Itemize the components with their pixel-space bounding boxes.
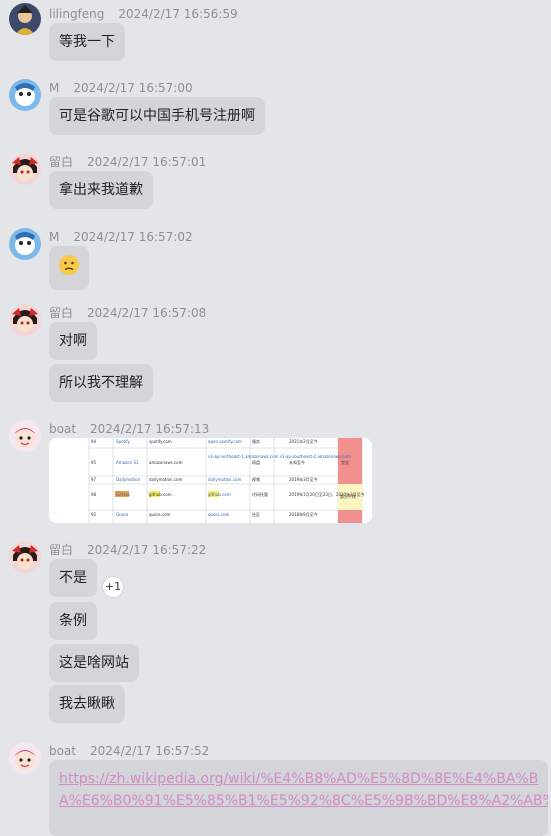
message-header: M 2024/2/17 16:57:02 bbox=[49, 226, 193, 246]
message-bubble[interactable]: 可是谷歌可以中国手机号注册啊 bbox=[49, 97, 265, 135]
avatar[interactable] bbox=[9, 742, 41, 774]
message-header: boat 2024/2/17 16:57:13 bbox=[49, 418, 209, 438]
message-bubble[interactable]: 所以我不理解 bbox=[49, 364, 153, 402]
message-header: boat 2024/2/17 16:57:52 bbox=[49, 740, 209, 760]
image-cell: 97 bbox=[91, 477, 97, 482]
image-cell: dailymotion.com bbox=[208, 477, 242, 482]
image-cell: github.com bbox=[149, 492, 172, 497]
sender-name[interactable]: 留白 bbox=[49, 155, 73, 169]
image-cell: amazonaws.com bbox=[149, 460, 183, 465]
image-cell: GitHub bbox=[116, 492, 130, 497]
image-cell: github.com bbox=[208, 492, 231, 497]
image-cell: 2021年2月至今 bbox=[289, 438, 318, 444]
image-cell: 视频 bbox=[252, 476, 260, 482]
message-bubble[interactable]: 条例 bbox=[49, 602, 97, 640]
sender-name[interactable]: boat bbox=[49, 744, 76, 758]
image-cell: 部分干扰 bbox=[340, 493, 356, 499]
avatar[interactable] bbox=[9, 3, 41, 35]
timestamp: 2024/2/17 16:57:00 bbox=[73, 81, 193, 95]
image-cell: quora.com bbox=[208, 512, 230, 517]
avatar[interactable] bbox=[9, 79, 41, 111]
image-cell: 98 bbox=[91, 492, 97, 497]
reaction-badge[interactable]: +1 bbox=[102, 576, 124, 598]
image-cell: 服务 bbox=[252, 438, 260, 444]
sender-name[interactable]: M bbox=[49, 230, 59, 244]
url-link-line[interactable]: https://zh.wikipedia.org/wiki/%E4%B8%AD%… bbox=[59, 768, 538, 790]
avatar[interactable] bbox=[9, 420, 41, 452]
timestamp: 2024/2/17 16:57:52 bbox=[90, 744, 210, 758]
avatar[interactable] bbox=[9, 228, 41, 260]
sender-name[interactable]: M bbox=[49, 81, 59, 95]
image-cell: open.spotify.com bbox=[208, 439, 242, 444]
url-link-line[interactable]: A%E6%B0%91%E5%85%B1%E5%92%8C%E5%9B%BD%E8… bbox=[59, 790, 548, 812]
avatar[interactable] bbox=[9, 153, 41, 185]
sender-name[interactable]: 留白 bbox=[49, 543, 73, 557]
image-cell: 社区 bbox=[252, 511, 260, 517]
sender-name[interactable]: lilingfeng bbox=[49, 7, 104, 21]
image-cell: 代码托管 bbox=[252, 491, 268, 497]
image-cell: Dailymotion bbox=[116, 477, 141, 482]
screenshot-image[interactable]: Spotify Amazon S3 Dailymotion GitHub Quo… bbox=[49, 438, 372, 523]
image-cell: 网盘 bbox=[252, 459, 260, 465]
timestamp: 2024/2/17 16:57:02 bbox=[73, 230, 193, 244]
timestamp: 2024/2/17 16:57:13 bbox=[90, 422, 210, 436]
image-cell: Amazon S3 bbox=[116, 460, 139, 465]
sender-name[interactable]: boat bbox=[49, 422, 76, 436]
avatar[interactable] bbox=[9, 541, 41, 573]
image-cell: 2018年8月至今 bbox=[289, 511, 318, 517]
message-bubble[interactable]: 我去瞅瞅 bbox=[49, 685, 125, 723]
timestamp: 2024/2/17 16:57:01 bbox=[87, 155, 207, 169]
message-bubble[interactable]: 这是啥网站 bbox=[49, 644, 139, 682]
timestamp: 2024/2/17 16:56:59 bbox=[118, 7, 238, 21]
message-header: 留白 2024/2/17 16:57:08 bbox=[49, 302, 206, 322]
image-cell: 92 bbox=[91, 512, 97, 517]
emoji-bubble[interactable] bbox=[49, 246, 89, 290]
sender-name[interactable]: 留白 bbox=[49, 306, 73, 320]
message-bubble[interactable]: 拿出来我道歉 bbox=[49, 171, 153, 209]
image-cell: 2019年3月至今 bbox=[289, 476, 318, 482]
message-header: M 2024/2/17 16:57:00 bbox=[49, 77, 193, 97]
message-header: 留白 2024/2/17 16:57:01 bbox=[49, 151, 206, 171]
confused-emoji-icon bbox=[58, 255, 80, 280]
link-bubble[interactable]: https://zh.wikipedia.org/wiki/%E4%B8%AD%… bbox=[49, 760, 548, 836]
timestamp: 2024/2/17 16:57:22 bbox=[87, 543, 207, 557]
image-cell: 完全 bbox=[341, 459, 349, 465]
avatar[interactable] bbox=[9, 304, 41, 336]
image-cell: s3-ap-northeast-1.amazonaws.com s3-ap-so… bbox=[208, 454, 351, 459]
image-cell: 94 bbox=[91, 439, 97, 444]
image-cell: Spotify bbox=[116, 439, 131, 444]
image-cell: 95 bbox=[91, 460, 97, 465]
message-header: 留白 2024/2/17 16:57:22 bbox=[49, 539, 206, 559]
image-cell: spotify.com bbox=[149, 439, 172, 444]
image-cell: Quora bbox=[116, 512, 129, 517]
image-cell: dailymotion.com bbox=[149, 477, 183, 482]
message-header: lilingfeng 2024/2/17 16:56:59 bbox=[49, 3, 238, 23]
message-bubble[interactable]: 对啊 bbox=[49, 322, 97, 360]
message-bubble[interactable]: 不是 bbox=[49, 559, 97, 597]
image-cell: 未知至今 bbox=[289, 459, 305, 465]
image-cell: quora.com bbox=[149, 512, 171, 517]
timestamp: 2024/2/17 16:57:08 bbox=[87, 306, 207, 320]
message-bubble[interactable]: 等我一下 bbox=[49, 23, 125, 61]
